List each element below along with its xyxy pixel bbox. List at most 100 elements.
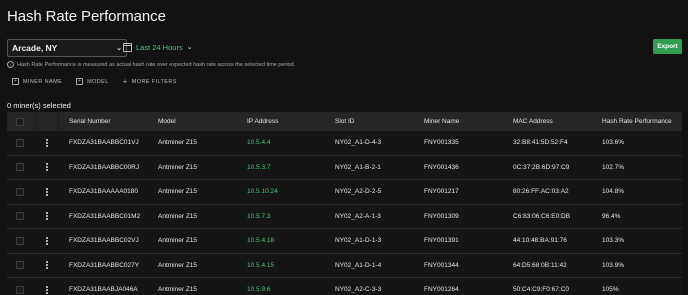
- info-text: Hash Rate Performance is measured as act…: [17, 61, 296, 68]
- ip-address-cell[interactable]: 10.5.7.3: [247, 205, 271, 229]
- miner-name-cell: FNY001309: [424, 212, 459, 220]
- page: Hash Rate Performance Arcade, NY ⌄ Last …: [0, 0, 688, 295]
- kebab-menu-icon: [46, 187, 48, 196]
- serial-number-cell: FXDZA31BAABBC01M2: [69, 212, 141, 220]
- table-body: FXDZA31BAABBC01VJ Antminer Z15 10.5.4.4 NY0…: [7, 131, 682, 295]
- slot-id-cell: NY02_A2-D-2-5: [335, 188, 382, 196]
- info-note: i Hash Rate Performance is measured as a…: [7, 61, 295, 68]
- model-cell: Antminer Z15: [158, 212, 198, 220]
- table-row[interactable]: FXDZA31BAABBC01M2 Antminer Z15 10.5.7.3 NY0…: [7, 204, 682, 229]
- table-row[interactable]: FXDZA31BAAAAA0180 Antminer Z15 10.5.10.24 N…: [7, 180, 682, 205]
- export-button[interactable]: Export: [653, 39, 682, 54]
- row-checkbox[interactable]: [16, 254, 24, 278]
- chevron-down-icon: ⌄: [116, 45, 122, 52]
- slot-id-cell: NY02_A2-C-3-3: [335, 286, 382, 294]
- hash-rate-cell: 96.4%: [602, 212, 621, 220]
- mac-address-cell: 32:B8:41:5D:52:F4: [513, 139, 568, 147]
- table-row[interactable]: FXDZA31BAABBC00RJ Antminer Z15 10.5.3.7 NY0…: [7, 155, 682, 180]
- miner-name-cell: FNY001344: [424, 261, 459, 269]
- table-row[interactable]: FXDZA31BAABBC01VJ Antminer Z15 10.5.4.4 NY0…: [7, 131, 682, 156]
- serial-number-cell: FXDZA31BAABBC01VJ: [69, 139, 139, 147]
- miner-name-cell: FNY001335: [424, 139, 459, 147]
- row-actions-menu[interactable]: [46, 131, 48, 155]
- selection-count: 0 miner(s) selected: [7, 101, 71, 110]
- miner-name-cell: FNY001264: [424, 286, 459, 294]
- filter-label: MORE FILTERS: [131, 78, 177, 85]
- select-all-checkbox[interactable]: [16, 112, 24, 131]
- slot-id-cell: NY02_A1-D-4-3: [335, 139, 382, 147]
- row-checkbox[interactable]: [16, 205, 24, 229]
- ip-address-cell[interactable]: 10.5.3.7: [247, 156, 271, 180]
- model-cell: Antminer Z15: [158, 286, 198, 294]
- serial-number-cell: FXDZA31BAABBC027Y: [69, 261, 140, 269]
- ip-address-cell[interactable]: 10.5.4.15: [247, 254, 274, 278]
- row-actions-menu[interactable]: [46, 278, 48, 295]
- row-actions-menu[interactable]: [46, 156, 48, 180]
- location-select[interactable]: Arcade, NY ⌄: [7, 39, 127, 57]
- filter-model[interactable]: + MODEL: [76, 78, 109, 85]
- column-header-serial[interactable]: Serial Number: [69, 112, 111, 131]
- filter-miner-name[interactable]: + MINER NAME: [12, 78, 62, 85]
- table-row[interactable]: FXDZA31BAABBC027Y Antminer Z15 10.5.4.15 NY…: [7, 253, 682, 278]
- serial-number-cell: FXDZA31BAABBC00RJ: [69, 163, 140, 171]
- model-cell: Antminer Z15: [158, 237, 198, 245]
- model-cell: Antminer Z15: [158, 163, 198, 171]
- hash-rate-cell: 105%: [602, 286, 619, 294]
- mac-address-cell: C6:83:06:C6:E0:DB: [513, 212, 571, 220]
- kebab-menu-icon: [46, 261, 48, 270]
- column-header-model[interactable]: Model: [158, 112, 176, 131]
- miners-table: Serial Number Model IP Address Slot ID M…: [7, 112, 682, 295]
- mac-address-cell: 50:C4:C9:F0:67:C0: [513, 286, 570, 294]
- table-header: Serial Number Model IP Address Slot ID M…: [7, 112, 682, 131]
- page-title: Hash Rate Performance: [7, 8, 166, 25]
- column-header-miner-name[interactable]: Miner Name: [424, 112, 459, 131]
- column-header-mac[interactable]: MAC Address: [513, 112, 553, 131]
- row-checkbox[interactable]: [16, 229, 24, 253]
- column-header-hash-rate[interactable]: Hash Rate Performance: [602, 112, 672, 131]
- ip-address-cell[interactable]: 10.5.10.24: [247, 180, 278, 204]
- chevron-down-icon: ⌄: [186, 44, 193, 51]
- kebab-menu-icon: [46, 163, 48, 172]
- column-header-ip[interactable]: IP Address: [247, 112, 278, 131]
- row-actions-menu[interactable]: [46, 254, 48, 278]
- filter-label: MODEL: [87, 78, 109, 85]
- plus-icon: +: [122, 76, 128, 86]
- row-checkbox[interactable]: [16, 131, 24, 155]
- slot-id-cell: NY02_A1-D-1-3: [335, 237, 382, 245]
- row-checkbox[interactable]: [16, 278, 24, 295]
- hash-rate-cell: 103.9%: [602, 261, 625, 269]
- table-row[interactable]: FXDZA31BAABBC02VJ Antminer Z15 10.5.4.18 NY…: [7, 229, 682, 254]
- table-row[interactable]: FXDZA31BAABJA046A Antminer Z15 10.5.9.6 NY0…: [7, 278, 682, 295]
- filter-bar: + MINER NAME + MODEL + MORE FILTERS: [12, 76, 177, 86]
- time-range-select[interactable]: Last 24 Hours ⌄: [123, 39, 193, 55]
- kebab-menu-icon: [46, 138, 48, 147]
- hash-rate-cell: 104.8%: [602, 188, 625, 196]
- more-filters-button[interactable]: + MORE FILTERS: [122, 76, 177, 86]
- ip-address-cell[interactable]: 10.5.4.18: [247, 229, 274, 253]
- ip-address-cell[interactable]: 10.5.9.6: [247, 278, 271, 295]
- model-cell: Antminer Z15: [158, 188, 198, 196]
- row-actions-menu[interactable]: [46, 229, 48, 253]
- mac-address-cell: 64:D5:68:0B:11:42: [513, 261, 567, 269]
- row-actions-menu[interactable]: [46, 180, 48, 204]
- ip-address-cell[interactable]: 10.5.4.4: [247, 131, 271, 155]
- row-checkbox[interactable]: [16, 180, 24, 204]
- location-value: Arcade, NY: [12, 43, 58, 53]
- row-checkbox[interactable]: [16, 156, 24, 180]
- slot-id-cell: NY02_A2-A-1-3: [335, 212, 381, 220]
- calendar-icon: [123, 42, 132, 52]
- column-header-slot[interactable]: Slot ID: [335, 112, 355, 131]
- add-filter-icon: +: [76, 78, 84, 85]
- hash-rate-cell: 103.3%: [602, 237, 625, 245]
- miner-name-cell: FNY001217: [424, 188, 459, 196]
- serial-number-cell: FXDZA31BAABBC02VJ: [69, 237, 139, 245]
- slot-id-cell: NY02_A1-D-1-4: [335, 261, 382, 269]
- row-actions-menu[interactable]: [46, 205, 48, 229]
- mac-address-cell: 80:26:FF:AC:03:A2: [513, 188, 569, 196]
- kebab-menu-icon: [46, 236, 48, 245]
- mac-address-cell: 44:10:48:BA:91:76: [513, 237, 567, 245]
- model-cell: Antminer Z15: [158, 261, 198, 269]
- add-filter-icon: +: [12, 78, 19, 85]
- kebab-menu-icon: [46, 285, 48, 294]
- slot-id-cell: NY02_A1-B-2-1: [335, 163, 381, 171]
